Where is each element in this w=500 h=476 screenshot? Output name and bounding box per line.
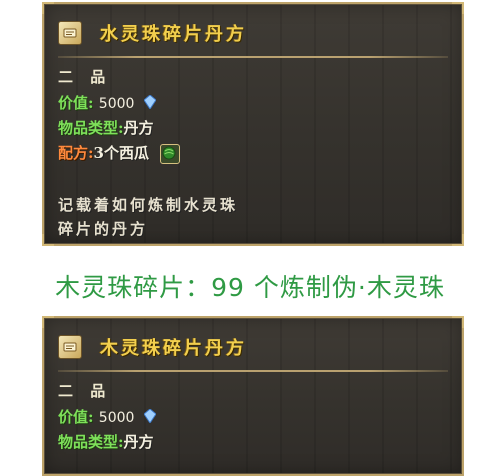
type-value: 丹方 — [123, 119, 154, 137]
item-recipe-row: 配方:3个西瓜 — [58, 142, 181, 164]
item-tooltip-wood-pearl: 木灵珠碎片丹方 二 品 价值: 5000 物品类型:丹方 — [42, 316, 464, 476]
type-label: 物品类型: — [58, 433, 124, 451]
crystal-icon — [142, 94, 157, 113]
frame-corner — [42, 2, 54, 14]
scroll-icon — [58, 335, 82, 359]
item-value-row: 价值: 5000 — [58, 92, 157, 113]
type-value: 丹方 — [123, 433, 154, 451]
frame-corner — [452, 2, 464, 14]
item-type-row: 物品类型:丹方 — [58, 431, 154, 452]
item-description-line-2: 碎片的丹方 — [58, 220, 149, 238]
frame-corner — [42, 234, 54, 246]
header-divider — [58, 370, 448, 372]
recipe-label: 配方: — [58, 144, 94, 162]
value-label: 价值: — [58, 408, 94, 426]
value-label: 价值: — [58, 94, 94, 112]
recipe-value: 3个西瓜 — [93, 144, 149, 162]
item-grade: 二 品 — [58, 382, 112, 400]
frame-corner — [452, 316, 464, 328]
header-divider — [58, 56, 448, 58]
frame-corner — [42, 316, 54, 328]
item-description-line-1: 记载着如何炼制水灵珠 — [58, 196, 239, 214]
item-value-row: 价值: 5000 — [58, 406, 157, 427]
tooltip-header: 木灵珠碎片丹方 — [58, 334, 247, 360]
item-title: 水灵珠碎片丹方 — [100, 24, 247, 45]
item-title: 木灵珠碎片丹方 — [100, 338, 247, 359]
item-type-row: 物品类型:丹方 — [58, 117, 154, 138]
item-tooltip-water-pearl: 水灵珠碎片丹方 二 品 价值: 5000 物品类型:丹方 配方:3个西瓜 记载着… — [42, 2, 464, 246]
tooltip-header: 水灵珠碎片丹方 — [58, 20, 247, 46]
caption-text: 木灵珠碎片：99 个炼制伪·木灵珠 — [55, 273, 445, 302]
type-label: 物品类型: — [58, 119, 124, 137]
watermelon-icon — [160, 144, 181, 164]
value-amount: 5000 — [98, 410, 135, 426]
frame-corner — [452, 234, 464, 246]
crystal-icon — [142, 408, 157, 427]
scroll-icon — [58, 21, 82, 45]
value-amount: 5000 — [98, 96, 135, 112]
item-grade: 二 品 — [58, 68, 112, 86]
